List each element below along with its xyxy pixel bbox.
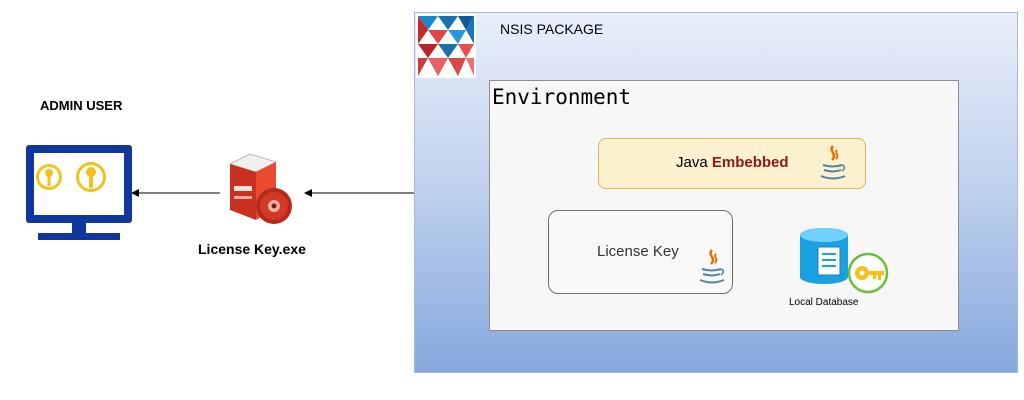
license-key-exe-label: License Key.exe — [198, 241, 306, 257]
license-key-label: License Key — [597, 243, 679, 260]
java-label-emphasis: Embebbed — [711, 154, 789, 171]
nsis-logo-icon — [416, 14, 476, 78]
installer-package-icon — [228, 153, 292, 224]
key-icon — [847, 252, 889, 294]
key-icon — [36, 164, 62, 190]
local-database-label: Local Database — [789, 297, 859, 308]
java-icon — [699, 249, 725, 284]
admin-user-label: ADMIN USER — [40, 98, 123, 113]
local-database-icon — [800, 228, 889, 294]
java-label-prefix: Java — [676, 154, 712, 171]
monitor-icon — [26, 145, 132, 240]
java-icon — [820, 145, 846, 180]
nsis-package-title: NSIS PACKAGE — [500, 21, 604, 37]
key-icon — [76, 162, 106, 192]
java-embedded-label: Java Embebbed — [676, 154, 789, 171]
environment-title: Environment — [492, 85, 632, 109]
